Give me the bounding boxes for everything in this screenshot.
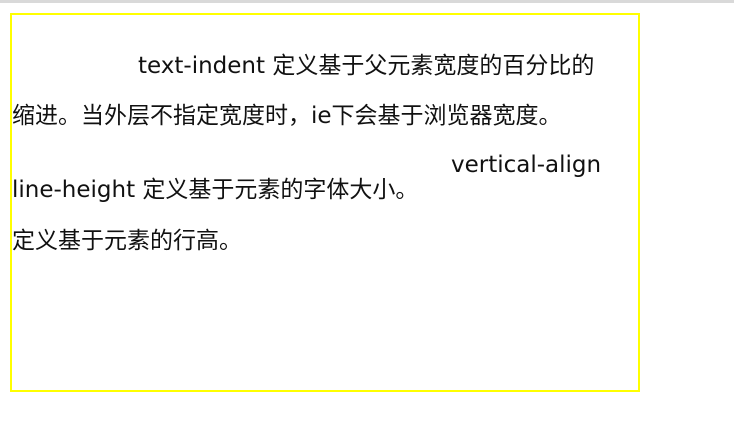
page-top-rule [0, 0, 734, 3]
vertical-align-word: vertical-align [451, 152, 602, 178]
demo-container: text-indent 定义基于父元素宽度的百分比的 缩进。当外层不指定宽度时，… [10, 13, 640, 392]
vertical-align-continuation: 定义基于元素的行高。 [12, 228, 242, 254]
text-indent-continuation: 缩进。当外层不指定宽度时，ie下会基于浏览器宽度。 [12, 103, 562, 129]
text-indent-line: text-indent 定义基于父元素宽度的百分比的 [138, 53, 595, 79]
line-height-line: line-height 定义基于元素的字体大小。 [12, 177, 419, 203]
